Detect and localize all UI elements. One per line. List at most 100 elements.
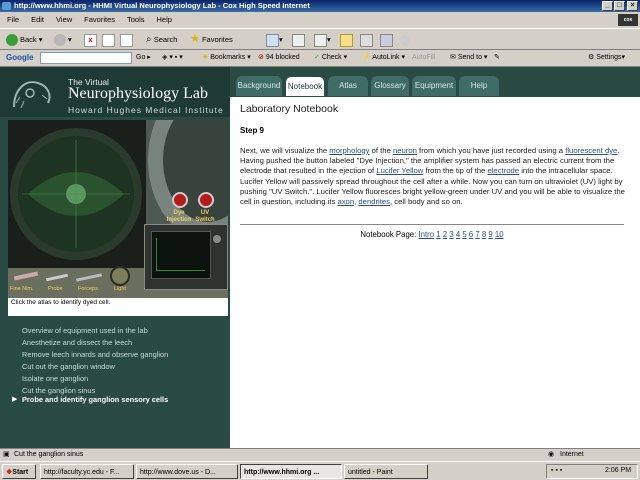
nav-remove-innards[interactable]: Remove leech innards and observe ganglio… [22,350,168,359]
sendto-button[interactable]: ✉ Send to ▾ [450,50,487,66]
task-hhmi[interactable]: http://www.hhmi.org ... [240,464,342,479]
status-text: Cut the ganglion sinus [14,451,84,458]
google-toolbar: Google Go ▸ ◈ ▾ ▪ ▾ ★ Bookmarks ▾ ⊘ 94 b… [0,50,640,67]
mail-button[interactable]: ▾ [266,32,283,47]
content-divider [240,224,624,225]
fine-nim-tool-icon[interactable] [13,271,39,281]
back-button[interactable]: Back ▾ [6,32,43,47]
menu-favorites[interactable]: Favorites [84,15,115,24]
light-knob-icon[interactable] [110,266,130,286]
google-options-icons[interactable]: ◈ ▾ ▪ ▾ [162,50,183,66]
oscilloscope-knob-icon[interactable] [213,235,221,243]
notebook-title: Laboratory Notebook [240,103,339,115]
menu-view[interactable]: View [56,15,72,24]
tab-equipment[interactable]: Equipment [412,76,456,96]
status-bar: ▣ Cut the ganglion sinus ◉ Internet [0,448,640,461]
page-link-8[interactable]: 8 [482,230,486,239]
research-button[interactable] [360,32,373,47]
menu-file[interactable]: File [7,15,19,24]
link-lucifer-yellow[interactable]: Lucifer Yellow [376,166,423,175]
current-step-arrow-icon: ▶ [12,396,18,403]
lab-simulation[interactable]: Dye Injection UV Switch Fine Nim. Probe … [8,120,228,298]
page-link-6[interactable]: 6 [469,230,473,239]
settings-button[interactable]: ⚙ Settings▾ [588,50,625,66]
task-faculty-yc[interactable]: http://faculty.yc.edu - F... [40,464,134,479]
close-button[interactable]: × [627,1,638,11]
page-link-5[interactable]: 5 [462,230,466,239]
nav-anesthetize[interactable]: Anesthetize and dissect the leech [22,338,132,347]
settings-icon: ⚙ [588,54,595,61]
check-icon: ✓ [314,54,320,61]
maximize-button[interactable]: □ [614,1,625,11]
tab-help[interactable]: Help [459,76,499,96]
popup-blocker[interactable]: ⊘ 94 blocked [258,50,300,66]
page-link-7[interactable]: 7 [475,230,479,239]
uv-switch-button[interactable] [198,192,214,208]
refresh-button[interactable] [102,32,115,47]
oscilloscope-trace [156,238,205,271]
home-button[interactable] [120,32,133,47]
simulation-caption: Click the atlas to identify dyed cell. [8,298,228,316]
edit-button[interactable]: ▾ [314,32,331,47]
page-link-10[interactable]: 10 [495,230,504,239]
autolink-button[interactable]: ⚡ AutoLink ▾ [362,50,405,66]
refresh-icon [102,33,115,47]
page-link-3[interactable]: 3 [449,230,453,239]
autofill-button[interactable]: AutoFill [412,50,435,66]
nav-overview[interactable]: Overview of equipment used in the lab [22,326,148,335]
favorites-button[interactable]: ★ Favorites [190,32,233,47]
link-morphology[interactable]: morphology [329,146,369,155]
tab-background[interactable]: Background [236,76,282,96]
tray-icon[interactable]: ▪ ▪ ▪ [551,467,562,474]
minimize-button[interactable]: _ [602,1,613,11]
messenger-button[interactable] [400,32,411,47]
bookmarks-button[interactable]: ★ Bookmarks ▾ [202,50,251,66]
page-link-2[interactable]: 2 [443,230,447,239]
window-title-bar: http://www.hhmi.org - HHMI Virtual Neuro… [0,0,640,12]
folder-icon [340,33,353,47]
link-fluorescent-dye[interactable]: fluorescent dye [565,146,617,155]
tools-button[interactable] [380,32,393,47]
spellcheck-button[interactable]: ✓ Check ▾ [314,50,347,66]
tab-glossary[interactable]: Glossary [371,76,409,96]
menu-help[interactable]: Help [157,15,172,24]
stop-button[interactable]: x [84,32,97,47]
link-electrode[interactable]: electrode [487,166,519,175]
page-link-9[interactable]: 9 [488,230,492,239]
tab-atlas[interactable]: Atlas [328,76,368,96]
back-arrow-icon [6,34,18,47]
pencil-icon[interactable]: ✎ [494,50,500,66]
tool-label-forceps: Forceps [78,286,98,292]
start-button[interactable]: ❖Start [2,464,36,479]
page-link-intro[interactable]: Intro [418,230,434,239]
nav-cut-sinus[interactable]: Cut the ganglion sinus [22,386,95,395]
forceps-tool-icon[interactable] [75,273,103,282]
tab-notebook[interactable]: Notebook [285,76,325,96]
menu-edit[interactable]: Edit [31,15,44,24]
page-content: The Virtual Neurophysiology Lab Howard H… [0,67,640,448]
print-button[interactable] [292,32,305,47]
dye-injection-button[interactable] [172,192,188,208]
google-logo[interactable]: Google [6,50,34,66]
google-go-button[interactable]: Go ▸ [136,50,151,66]
task-paint[interactable]: untitled - Paint [344,464,428,479]
page-link-1[interactable]: 1 [436,230,440,239]
link-axon[interactable]: axon [337,197,354,206]
tool-tray: Fine Nim. Probe Forceps Light [10,266,142,296]
google-search-input[interactable] [40,52,132,64]
home-icon [120,33,133,47]
nav-cut-window[interactable]: Cut out the ganglion window [22,362,115,371]
probe-tool-icon[interactable] [45,273,69,282]
nav-probe-identify[interactable]: Probe and identify ganglion sensory cell… [22,395,168,404]
link-dendrites[interactable]: dendrites [358,197,390,206]
nav-isolate-ganglion[interactable]: Isolate one ganglion [22,374,88,383]
link-neuron[interactable]: neuron [393,146,417,155]
menu-tools[interactable]: Tools [127,15,145,24]
forward-arrow-icon [54,34,66,47]
uv-switch-label: UV Switch [195,210,215,223]
folder-button[interactable] [340,32,353,47]
forward-button[interactable]: ▾ [54,32,72,47]
page-link-4[interactable]: 4 [456,230,460,239]
task-dove[interactable]: http://www.dove.us - D... [136,464,238,479]
search-button[interactable]: ⌕ Search [146,32,177,47]
